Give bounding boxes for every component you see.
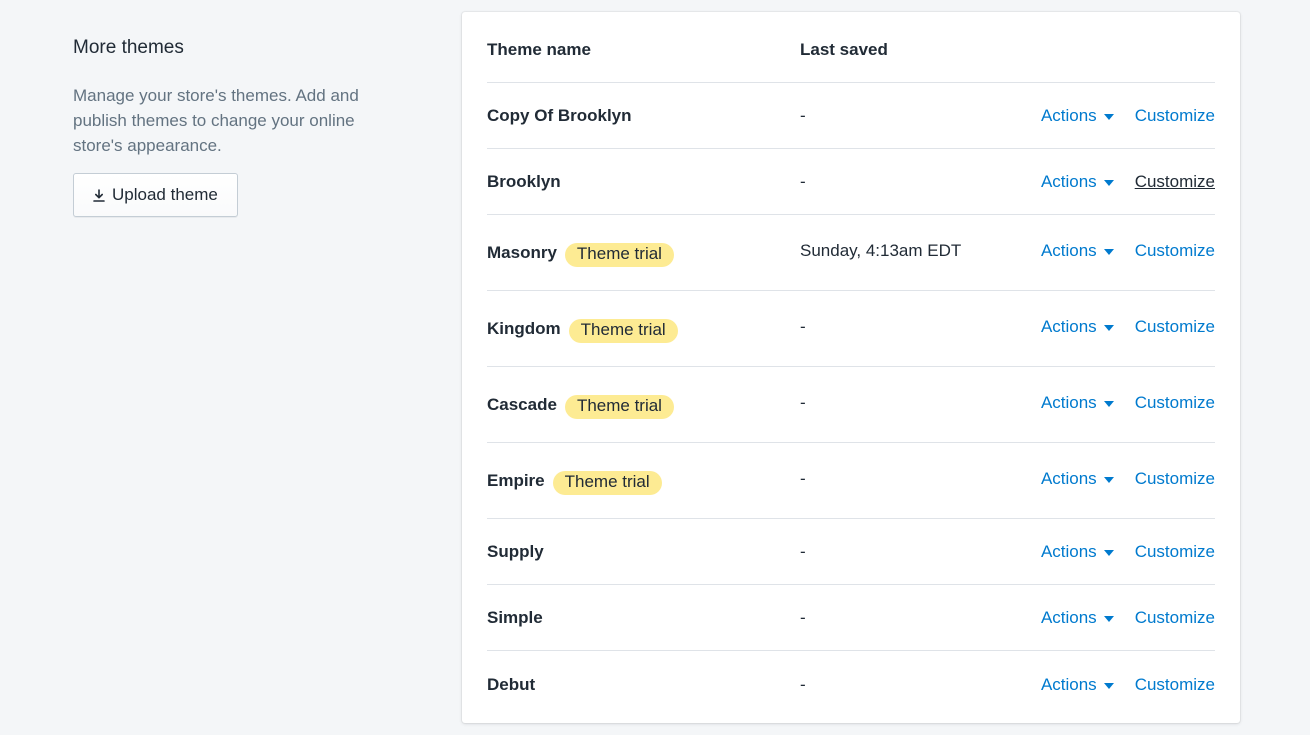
customize-link[interactable]: Customize bbox=[1135, 317, 1215, 337]
customize-link[interactable]: Customize bbox=[1135, 241, 1215, 261]
actions-label: Actions bbox=[1040, 393, 1097, 412]
customize-link[interactable]: Customize bbox=[1135, 542, 1215, 562]
section-description: Manage your store's themes. Add and publ… bbox=[73, 86, 359, 155]
table-row: Brooklyn - Actions Customize bbox=[487, 149, 1215, 215]
last-saved-cell: - bbox=[800, 541, 806, 561]
actions-label: Actions bbox=[1040, 469, 1097, 488]
row-actions: Actions Customize bbox=[1025, 393, 1215, 413]
actions-label: Actions bbox=[1040, 241, 1097, 260]
theme-name-cell: Kingdom Theme trial bbox=[487, 315, 800, 343]
upload-theme-label: Upload theme bbox=[112, 185, 218, 204]
caret-down-icon bbox=[1103, 325, 1114, 331]
theme-trial-badge: Theme trial bbox=[564, 242, 674, 267]
row-actions: Actions Customize bbox=[1025, 608, 1215, 628]
more-themes-annotation: More themes Manage your store's themes. … bbox=[73, 36, 383, 217]
theme-name-cell: Empire Theme trial bbox=[487, 467, 800, 495]
table-row: Supply - Actions Customize bbox=[487, 519, 1215, 585]
table-row: Debut - Actions Customize bbox=[487, 651, 1215, 719]
theme-name-cell: Masonry Theme trial bbox=[487, 239, 800, 267]
actions-dropdown-button[interactable]: Actions bbox=[1041, 172, 1114, 192]
theme-trial-badge: Theme trial bbox=[568, 318, 678, 343]
row-actions: Actions Customize bbox=[1025, 675, 1215, 695]
table-row: Cascade Theme trial - Actions Customize bbox=[487, 367, 1215, 443]
actions-dropdown-button[interactable]: Actions bbox=[1041, 241, 1114, 261]
theme-name: Supply bbox=[487, 541, 544, 561]
actions-dropdown-button[interactable]: Actions bbox=[1041, 542, 1114, 562]
section-title: More themes bbox=[73, 37, 184, 58]
theme-name: Cascade bbox=[487, 394, 557, 414]
theme-name-cell: Copy Of Brooklyn bbox=[487, 106, 800, 126]
actions-label: Actions bbox=[1040, 105, 1097, 125]
last-saved-cell: Sunday, 4:13am EDT bbox=[800, 241, 962, 260]
actions-dropdown-button[interactable]: Actions bbox=[1041, 106, 1114, 126]
header-theme-name: Theme name bbox=[487, 40, 591, 59]
theme-name-cell: Debut bbox=[487, 675, 800, 695]
theme-name: Kingdom bbox=[487, 318, 561, 338]
last-saved-cell: - bbox=[800, 393, 806, 412]
last-saved-cell: - bbox=[800, 607, 806, 627]
customize-link[interactable]: Customize bbox=[1135, 393, 1215, 413]
upload-theme-button[interactable]: Upload theme bbox=[73, 173, 238, 217]
theme-name: Debut bbox=[487, 675, 536, 694]
row-actions: Actions Customize bbox=[1025, 241, 1215, 261]
theme-trial-badge: Theme trial bbox=[552, 470, 662, 495]
theme-name-cell: Brooklyn bbox=[487, 172, 800, 192]
theme-trial-badge: Theme trial bbox=[564, 394, 674, 419]
theme-name: Masonry bbox=[487, 242, 557, 262]
last-saved-cell: - bbox=[800, 469, 806, 488]
theme-name: Empire bbox=[487, 470, 545, 490]
caret-down-icon bbox=[1103, 477, 1114, 483]
actions-dropdown-button[interactable]: Actions bbox=[1041, 317, 1114, 337]
actions-dropdown-button[interactable]: Actions bbox=[1041, 469, 1114, 489]
themes-table: Theme name Last saved Copy Of Brooklyn - A… bbox=[487, 12, 1215, 719]
table-row: Empire Theme trial - Actions Customize bbox=[487, 443, 1215, 519]
theme-name-cell: Supply bbox=[487, 542, 800, 562]
themes-card: Theme name Last saved Copy Of Brooklyn - A… bbox=[462, 12, 1240, 723]
theme-name: Copy Of Brooklyn bbox=[487, 105, 632, 125]
theme-name-cell: Cascade Theme trial bbox=[487, 391, 800, 419]
caret-down-icon bbox=[1103, 549, 1114, 556]
actions-dropdown-button[interactable]: Actions bbox=[1041, 393, 1114, 413]
customize-link[interactable]: Customize bbox=[1135, 106, 1215, 126]
row-actions: Actions Customize bbox=[1025, 172, 1215, 192]
caret-down-icon bbox=[1103, 249, 1114, 255]
customize-link[interactable]: Customize bbox=[1135, 608, 1215, 628]
last-saved-cell: - bbox=[800, 105, 806, 125]
caret-down-icon bbox=[1103, 401, 1114, 407]
themes-page: More themes Manage your store's themes. … bbox=[0, 0, 1310, 735]
row-actions: Actions Customize bbox=[1025, 469, 1215, 489]
customize-link[interactable]: Customize bbox=[1135, 172, 1215, 192]
table-header: Theme name Last saved bbox=[487, 12, 1215, 83]
table-row: Kingdom Theme trial - Actions Customize bbox=[487, 291, 1215, 367]
caret-down-icon bbox=[1103, 615, 1114, 622]
caret-down-icon bbox=[1103, 683, 1114, 689]
row-actions: Actions Customize bbox=[1025, 317, 1215, 337]
actions-label: Actions bbox=[1040, 675, 1097, 694]
last-saved-cell: - bbox=[800, 317, 806, 336]
last-saved-cell: - bbox=[800, 171, 806, 191]
customize-link[interactable]: Customize bbox=[1135, 469, 1215, 489]
row-actions: Actions Customize bbox=[1025, 106, 1215, 126]
theme-name-cell: Simple bbox=[487, 608, 800, 628]
caret-down-icon bbox=[1103, 113, 1114, 120]
actions-dropdown-button[interactable]: Actions bbox=[1041, 608, 1114, 628]
actions-label: Actions bbox=[1040, 541, 1097, 561]
actions-dropdown-button[interactable]: Actions bbox=[1041, 675, 1114, 695]
theme-name: Brooklyn bbox=[487, 171, 561, 191]
customize-link[interactable]: Customize bbox=[1135, 675, 1215, 695]
theme-name: Simple bbox=[487, 607, 543, 627]
actions-label: Actions bbox=[1040, 317, 1097, 336]
actions-label: Actions bbox=[1040, 171, 1097, 191]
row-actions: Actions Customize bbox=[1025, 542, 1215, 562]
table-row: Simple - Actions Customize bbox=[487, 585, 1215, 651]
download-arrow-icon bbox=[93, 188, 105, 202]
actions-label: Actions bbox=[1040, 607, 1097, 627]
header-last-saved: Last saved bbox=[800, 40, 888, 59]
table-row: Masonry Theme trial Sunday, 4:13am EDT Acti… bbox=[487, 215, 1215, 291]
caret-down-icon bbox=[1103, 179, 1114, 186]
table-body: Copy Of Brooklyn - Actions Customize Brookly… bbox=[487, 83, 1215, 719]
table-row: Copy Of Brooklyn - Actions Customize bbox=[487, 83, 1215, 149]
last-saved-cell: - bbox=[800, 675, 806, 694]
